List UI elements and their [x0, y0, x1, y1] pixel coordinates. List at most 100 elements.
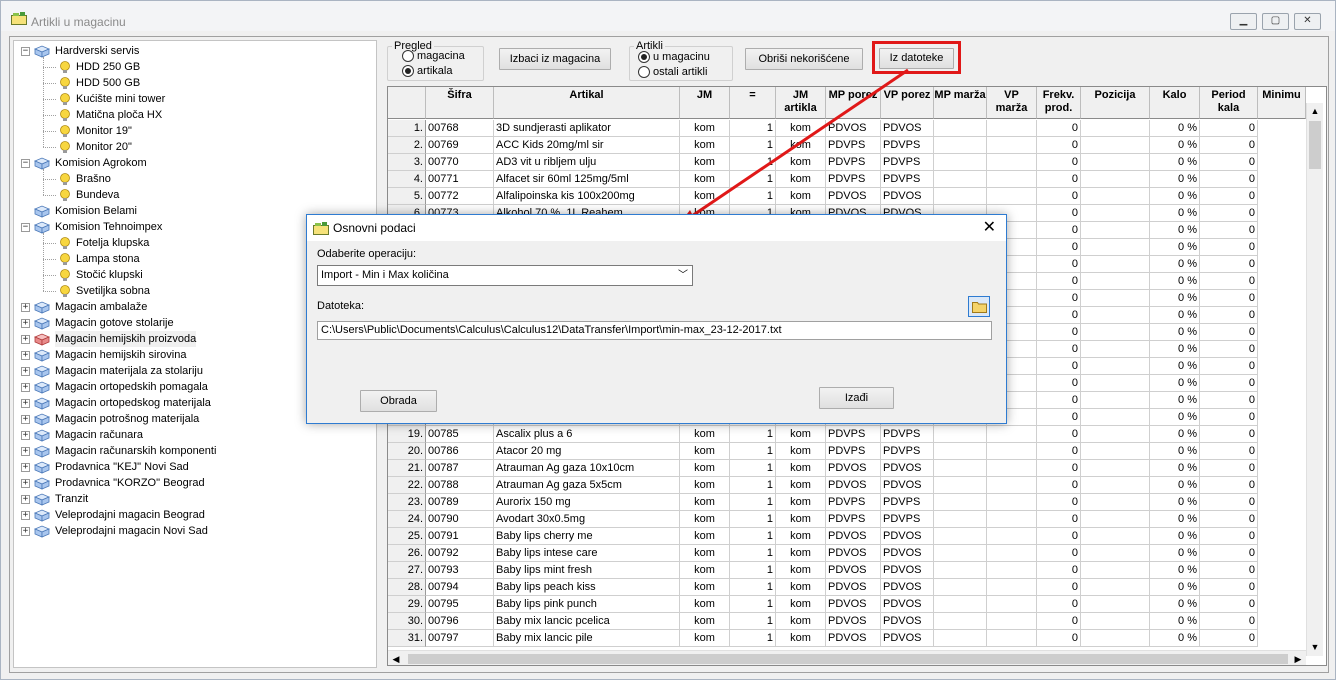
- grid-cell[interactable]: 00796: [426, 613, 494, 630]
- grid-cell[interactable]: 1: [730, 188, 776, 205]
- grid-cell[interactable]: PDVOS: [881, 596, 934, 613]
- grid-cell[interactable]: PDVOS: [826, 188, 881, 205]
- grid-cell[interactable]: kom: [680, 137, 730, 154]
- grid-cell[interactable]: Avodart 30x0.5mg: [494, 511, 680, 528]
- grid-cell[interactable]: 1: [730, 426, 776, 443]
- grid-cell[interactable]: 0 %: [1150, 171, 1200, 188]
- grid-cell[interactable]: [987, 562, 1037, 579]
- grid-cell[interactable]: Aurorix 150 mg: [494, 494, 680, 511]
- grid-cell[interactable]: Atrauman Ag gaza 5x5cm: [494, 477, 680, 494]
- grid-cell[interactable]: kom: [680, 443, 730, 460]
- grid-cell[interactable]: [987, 494, 1037, 511]
- column-header[interactable]: Kalo: [1150, 87, 1200, 119]
- grid-cell[interactable]: 0 %: [1150, 409, 1200, 426]
- grid-cell[interactable]: 0: [1200, 256, 1258, 273]
- grid-cell[interactable]: kom: [680, 154, 730, 171]
- grid-cell[interactable]: [1081, 511, 1150, 528]
- grid-cell[interactable]: [1081, 307, 1150, 324]
- grid-cell[interactable]: kom: [680, 426, 730, 443]
- grid-cell[interactable]: Baby mix lancic pile: [494, 630, 680, 647]
- grid-cell[interactable]: 00789: [426, 494, 494, 511]
- grid-cell[interactable]: 0: [1200, 528, 1258, 545]
- grid-cell[interactable]: 0: [1037, 528, 1081, 545]
- grid-cell[interactable]: 0: [1200, 324, 1258, 341]
- vertical-scrollbar[interactable]: ▲ ▼: [1306, 103, 1323, 656]
- grid-cell[interactable]: 3D sundjerasti aplikator: [494, 120, 680, 137]
- expand-icon[interactable]: +: [21, 447, 30, 456]
- grid-cell[interactable]: PDVPS: [826, 137, 881, 154]
- grid-cell[interactable]: 0: [1037, 154, 1081, 171]
- column-header[interactable]: Period kala: [1200, 87, 1258, 119]
- grid-cell[interactable]: kom: [776, 443, 826, 460]
- grid-cell[interactable]: [934, 137, 987, 154]
- grid-cell[interactable]: 1: [730, 511, 776, 528]
- grid-cell[interactable]: 0: [1037, 375, 1081, 392]
- grid-cell[interactable]: [1081, 460, 1150, 477]
- grid-cell[interactable]: 00792: [426, 545, 494, 562]
- grid-cell[interactable]: 0: [1037, 392, 1081, 409]
- grid-cell[interactable]: 1: [730, 443, 776, 460]
- grid-cell[interactable]: kom: [776, 154, 826, 171]
- grid-cell[interactable]: kom: [776, 528, 826, 545]
- grid-cell[interactable]: 1: [730, 562, 776, 579]
- grid-cell[interactable]: kom: [776, 562, 826, 579]
- minimize-icon[interactable]: ▁: [1230, 13, 1257, 30]
- file-path-field[interactable]: C:\Users\Public\Documents\Calculus\Calcu…: [317, 321, 992, 340]
- grid-cell[interactable]: 1: [730, 494, 776, 511]
- grid-cell[interactable]: 0: [1037, 120, 1081, 137]
- grid-cell[interactable]: [934, 528, 987, 545]
- grid-cell[interactable]: 0 %: [1150, 545, 1200, 562]
- grid-cell[interactable]: [934, 443, 987, 460]
- grid-cell[interactable]: [1081, 392, 1150, 409]
- grid-cell[interactable]: 0: [1200, 273, 1258, 290]
- grid-cell[interactable]: 1: [730, 579, 776, 596]
- grid-cell[interactable]: [1081, 443, 1150, 460]
- grid-cell[interactable]: PDVOS: [881, 460, 934, 477]
- grid-cell[interactable]: 0 %: [1150, 630, 1200, 647]
- grid-cell[interactable]: [987, 613, 1037, 630]
- grid-cell[interactable]: 0 %: [1150, 324, 1200, 341]
- grid-cell[interactable]: Atrauman Ag gaza 10x10cm: [494, 460, 680, 477]
- scroll-thumb[interactable]: [1309, 121, 1321, 169]
- grid-cell[interactable]: ACC Kids 20mg/ml sir: [494, 137, 680, 154]
- column-header[interactable]: Pozicija: [1081, 87, 1150, 119]
- grid-cell[interactable]: [1081, 273, 1150, 290]
- expand-icon[interactable]: +: [21, 511, 30, 520]
- grid-cell[interactable]: 0: [1200, 358, 1258, 375]
- grid-cell[interactable]: 0: [1037, 511, 1081, 528]
- grid-cell[interactable]: [1081, 409, 1150, 426]
- grid-cell[interactable]: PDVPS: [826, 426, 881, 443]
- grid-cell[interactable]: 1: [730, 613, 776, 630]
- grid-cell[interactable]: Baby lips pink punch: [494, 596, 680, 613]
- grid-cell[interactable]: [987, 630, 1037, 647]
- grid-cell[interactable]: PDVPS: [826, 494, 881, 511]
- obrada-button[interactable]: Obrada: [360, 390, 437, 412]
- grid-cell[interactable]: kom: [776, 460, 826, 477]
- grid-cell[interactable]: kom: [680, 511, 730, 528]
- grid-cell[interactable]: 0: [1200, 426, 1258, 443]
- grid-cell[interactable]: PDVOS: [826, 596, 881, 613]
- expand-icon[interactable]: +: [21, 415, 30, 424]
- grid-cell[interactable]: 0: [1200, 511, 1258, 528]
- expand-icon[interactable]: +: [21, 303, 30, 312]
- grid-cell[interactable]: kom: [776, 137, 826, 154]
- grid-cell[interactable]: 0: [1200, 545, 1258, 562]
- grid-cell[interactable]: [1081, 239, 1150, 256]
- grid-cell[interactable]: PDVOS: [826, 460, 881, 477]
- grid-cell[interactable]: [934, 562, 987, 579]
- scroll-thumb-h[interactable]: [408, 654, 1288, 664]
- grid-cell[interactable]: [1081, 120, 1150, 137]
- grid-cell[interactable]: [1081, 375, 1150, 392]
- grid-cell[interactable]: kom: [776, 426, 826, 443]
- column-header[interactable]: MP porez: [826, 87, 881, 119]
- grid-cell[interactable]: 00771: [426, 171, 494, 188]
- column-header[interactable]: VP marža: [987, 87, 1037, 119]
- grid-cell[interactable]: 0: [1037, 256, 1081, 273]
- grid-cell[interactable]: Baby lips cherry me: [494, 528, 680, 545]
- grid-cell[interactable]: 1: [730, 596, 776, 613]
- scroll-left-icon[interactable]: ◀: [388, 651, 404, 665]
- grid-cell[interactable]: PDVOS: [826, 579, 881, 596]
- grid-cell[interactable]: 0 %: [1150, 579, 1200, 596]
- grid-cell[interactable]: 0: [1037, 205, 1081, 222]
- grid-cell[interactable]: PDVOS: [881, 562, 934, 579]
